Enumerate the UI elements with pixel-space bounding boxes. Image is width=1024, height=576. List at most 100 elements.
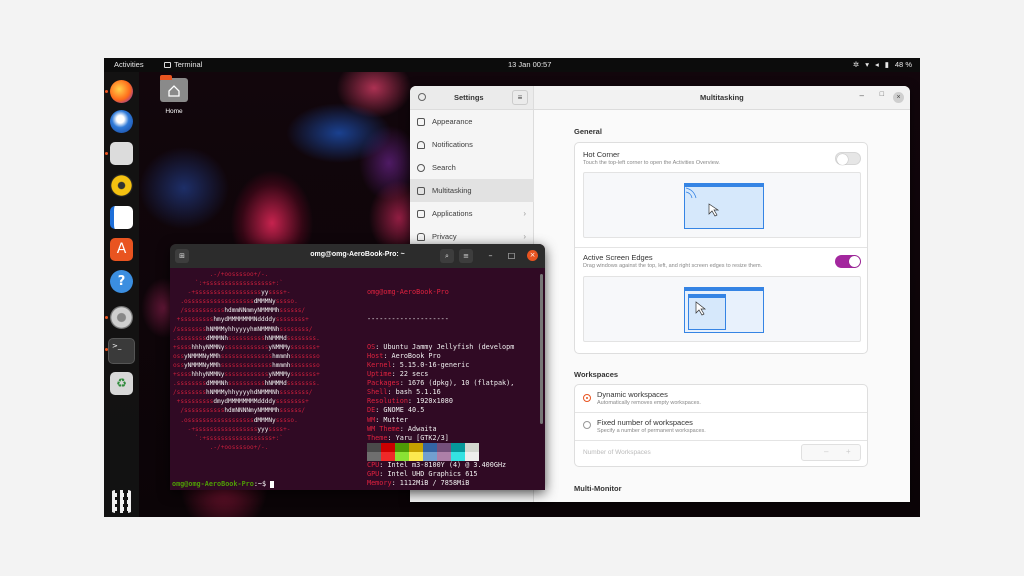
palette-swatch — [437, 443, 451, 452]
sidebar-item-search[interactable]: Search — [410, 156, 534, 179]
sidebar-item-appearance[interactable]: Appearance — [410, 110, 534, 133]
logo-art-line: ossyNMMMNyMMhsssssssssssssshmmmhssssssso — [173, 352, 320, 360]
writer-icon[interactable] — [110, 206, 133, 229]
activities-button[interactable]: Activities — [114, 60, 144, 69]
info-line: Packages: 1676 (dpkg), 10 (flatpak), — [367, 379, 543, 388]
appearance-icon — [417, 117, 425, 126]
logo-art-line: +sssshhhyNMMNyssssssssssssyNMMMysssssss+ — [173, 343, 320, 351]
palette-swatch — [381, 443, 395, 452]
search-icon[interactable] — [418, 93, 426, 101]
settings-icon[interactable] — [110, 306, 133, 329]
cursor-icon — [695, 301, 707, 316]
logo-art-line: /sssssssshNMMMyhhyyyyhmNMMMNhssssssss/ — [173, 325, 313, 333]
info-line: Shell: bash 5.1.16 — [367, 388, 543, 397]
settings-panel-header: Multitasking – □ × — [534, 86, 910, 110]
logo-art-line: -+sssssssssssssssssyyyssss+- — [173, 425, 291, 433]
palette-swatch — [409, 452, 423, 461]
app-grid-icon[interactable] — [110, 490, 133, 513]
info-line: Resolution: 1920x1080 — [367, 397, 543, 406]
logo-art-line: .ssssssssdMMMNhsssssssssshNMMMdssssssss. — [173, 334, 320, 342]
palette-swatch — [395, 452, 409, 461]
sidebar-item-notifications[interactable]: Notifications — [410, 133, 534, 156]
info-key: Memory — [367, 479, 392, 488]
trash-icon[interactable]: ♻ — [110, 372, 133, 395]
logo-art-line: .ossssssssssssssssssdMMMNysssso. — [173, 416, 298, 424]
firefox-icon[interactable] — [110, 80, 133, 103]
active-edges-illustration — [583, 276, 861, 342]
decrement-button[interactable]: – — [824, 447, 828, 456]
info-line: OS: Ubuntu Jammy Jellyfish (developm — [367, 343, 543, 352]
info-key: Theme — [367, 433, 388, 442]
workspaces-card: Dynamic workspaces Automatically removes… — [574, 384, 868, 467]
running-indicator — [105, 90, 108, 93]
palette-swatch — [395, 443, 409, 452]
terminal-close-button[interactable]: × — [527, 250, 538, 261]
divider — [575, 440, 867, 441]
info-key: Resolution — [367, 397, 408, 406]
maximize-button[interactable]: □ — [880, 91, 884, 98]
increment-button[interactable]: + — [846, 447, 851, 456]
terminal-minimize-button[interactable]: – — [485, 250, 496, 261]
workspace-count-spinbutton[interactable]: – + — [801, 444, 861, 461]
terminal-icon[interactable]: >_ — [108, 338, 135, 364]
fixed-workspaces-radio[interactable] — [583, 421, 591, 429]
cursor — [270, 480, 275, 488]
desktop-screen: Activities Terminal 13 Jan 00:57 ✲ ▾ ◂ ▮… — [104, 58, 920, 517]
chevron-right-icon: › — [523, 232, 526, 241]
general-section-title: General — [574, 127, 602, 136]
divider — [575, 247, 867, 248]
terminal-scrollbar[interactable] — [540, 274, 543, 424]
system-tray[interactable]: ✲ ▾ ◂ ▮ 48 % — [853, 60, 912, 69]
info-line: Memory: 1112MiB / 7858MiB — [367, 479, 543, 488]
sidebar-item-multitasking[interactable]: Multitasking — [410, 179, 534, 202]
info-value: : GNOME 40.5 — [375, 406, 425, 415]
running-indicator — [105, 316, 108, 319]
dynamic-workspaces-subtitle: Automatically removes empty workspaces. — [597, 400, 701, 406]
logo-art-line: /ssssssssssshdmmNNmmyNMMMMhssssss/ — [173, 307, 306, 315]
fixed-workspaces-subtitle: Specify a number of permanent workspaces… — [597, 428, 706, 434]
applications-icon — [417, 209, 425, 218]
sidebar-item-applications[interactable]: Applications › — [410, 202, 534, 225]
dynamic-workspaces-radio[interactable] — [583, 394, 591, 402]
logo-art-line: .-/+oossssoo+/-. — [173, 443, 269, 451]
palette-swatch — [423, 452, 437, 461]
help-icon[interactable]: ? — [110, 270, 133, 293]
minimize-button[interactable]: – — [860, 91, 864, 100]
terminal-window[interactable]: ⊞ omg@omg-AeroBook-Pro: ~ ⌕ ≡ – □ × .-/+… — [170, 244, 545, 490]
home-folder-label: Home — [165, 108, 183, 115]
hot-corner-title: Hot Corner — [583, 150, 620, 159]
app-menu[interactable]: Terminal — [164, 60, 202, 69]
hot-corner-cursor-icon — [685, 187, 720, 217]
hot-corner-toggle[interactable] — [835, 152, 861, 165]
shell-prompt[interactable]: omg@omg-AeroBook-Pro:~$ — [172, 480, 275, 488]
logo-art-line: -+ssssssssssssssssssyyssss+- — [173, 289, 291, 297]
number-of-workspaces-label: Number of Workspaces — [583, 449, 651, 456]
sidebar-item-label: Notifications — [432, 140, 473, 149]
hot-corner-subtitle: Touch the top-left corner to open the Ac… — [583, 160, 720, 166]
info-value: : bash 5.1.16 — [387, 388, 441, 397]
palette-swatch — [423, 443, 437, 452]
terminal-search-icon[interactable]: ⌕ — [440, 249, 454, 263]
sidebar-item-label: Applications — [432, 209, 473, 218]
software-icon[interactable]: A — [110, 238, 133, 261]
terminal-maximize-button[interactable]: □ — [506, 250, 517, 261]
top-bar: Activities Terminal 13 Jan 00:57 ✲ ▾ ◂ ▮… — [104, 58, 920, 72]
panel-title: Multitasking — [700, 93, 744, 102]
battery-label: 48 % — [894, 60, 912, 69]
info-key: OS — [367, 342, 376, 351]
toggle-knob — [849, 256, 860, 267]
logo-art-line: `:+ssssssssssssssssss+:` — [173, 434, 284, 442]
rhythmbox-icon[interactable] — [110, 174, 133, 197]
hamburger-menu-button[interactable]: ≡ — [512, 90, 528, 105]
files-icon[interactable] — [110, 142, 133, 165]
lock-icon — [417, 232, 425, 241]
thunderbird-icon[interactable] — [110, 110, 133, 133]
info-value: : AeroBook Pro — [383, 351, 441, 360]
active-edges-toggle[interactable] — [835, 255, 861, 268]
clock[interactable]: 13 Jan 00:57 — [508, 60, 551, 69]
info-value: : 1112MiB / 7858MiB — [391, 479, 470, 488]
logo-art-line: /sssssssshNMMMyhhyyyyhdNMMMNhssssssss/ — [173, 389, 313, 397]
home-folder-icon[interactable] — [160, 75, 188, 102]
terminal-menu-button[interactable]: ≡ — [459, 249, 473, 263]
close-button[interactable]: × — [893, 92, 904, 103]
